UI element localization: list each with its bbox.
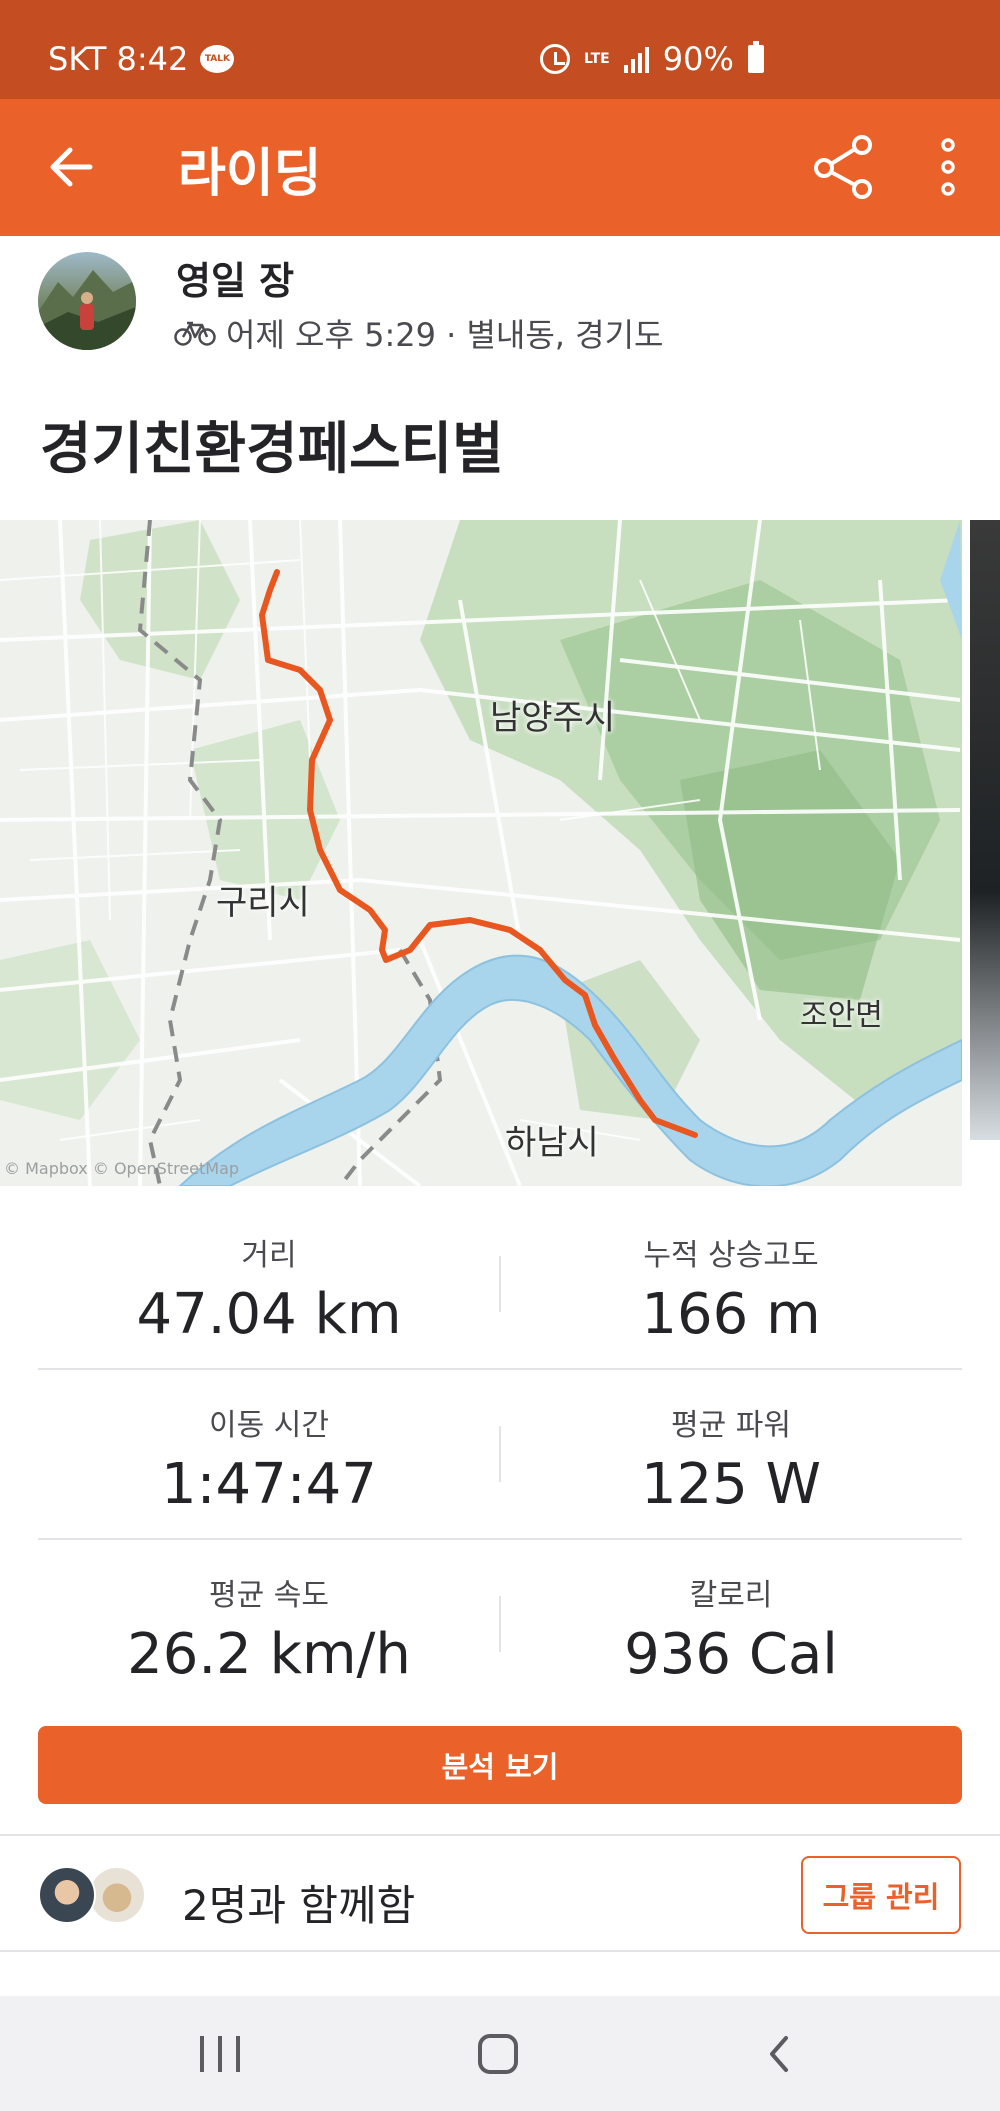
stat-value: 936 Cal xyxy=(624,1622,838,1687)
page-title: 라이딩 xyxy=(178,144,322,204)
stat-average-power: 평균 파워 125 W xyxy=(500,1400,962,1517)
map-label-guri: 구리시 xyxy=(216,883,310,923)
status-left: SKT 8:42 TALK xyxy=(48,40,235,78)
stat-label: 칼로리 xyxy=(689,1578,773,1613)
avatar[interactable] xyxy=(88,1866,146,1924)
stat-moving-time: 이동 시간 1:47:47 xyxy=(38,1400,500,1517)
stats-row: 이동 시간 1:47:47 평균 파워 125 W xyxy=(38,1370,962,1540)
athlete-header[interactable]: 영일 장 어제 오후 5:29 · 별내동, 경기도 xyxy=(0,236,1000,366)
map-attribution[interactable]: © Mapbox © OpenStreetMap xyxy=(4,1159,239,1178)
stats-row: 거리 47.04 km 누적 상승고도 166 m xyxy=(38,1200,962,1370)
group-participants-text[interactable]: 2명과 함께함 xyxy=(182,1872,415,1933)
back-icon[interactable] xyxy=(760,2032,800,2076)
more-vertical-icon[interactable] xyxy=(928,133,968,201)
alarm-icon xyxy=(540,44,570,74)
activity-meta: 어제 오후 5:29 · 별내동, 경기도 xyxy=(174,310,663,356)
back-arrow-icon[interactable] xyxy=(40,135,104,199)
route-map[interactable]: 남양주시 구리시 조안면 하남시 © Mapbox © OpenStreetMa… xyxy=(0,520,962,1186)
status-bar: SKT 8:42 TALK LTE 90% xyxy=(0,0,1000,99)
stats-row: 평균 속도 26.2 km/h 칼로리 936 Cal xyxy=(38,1540,962,1710)
stat-value: 47.04 km xyxy=(136,1282,402,1347)
activity-title: 경기친환경페스티벌 xyxy=(40,417,504,482)
stat-label: 평균 파워 xyxy=(671,1408,791,1443)
stat-value: 125 W xyxy=(640,1452,822,1517)
stat-label: 누적 상승고도 xyxy=(643,1238,819,1273)
map-canvas xyxy=(0,520,962,1186)
stat-distance: 거리 47.04 km xyxy=(38,1230,500,1347)
avatar[interactable] xyxy=(38,252,136,350)
stats-grid: 거리 47.04 km 누적 상승고도 166 m 이동 시간 1:47:47 … xyxy=(38,1200,962,1710)
lte-icon: LTE xyxy=(584,51,610,67)
activity-date-location: 어제 오후 5:29 · 별내동, 경기도 xyxy=(226,316,664,354)
manage-group-button[interactable]: 그룹 관리 xyxy=(801,1856,961,1934)
signal-icon xyxy=(623,45,649,73)
stat-value: 1:47:47 xyxy=(161,1452,377,1517)
stat-average-speed: 평균 속도 26.2 km/h xyxy=(38,1570,500,1687)
battery-icon xyxy=(747,41,764,73)
stat-label: 평균 속도 xyxy=(209,1578,329,1613)
athlete-name[interactable]: 영일 장 xyxy=(176,250,294,305)
map-label-hanam: 하남시 xyxy=(505,1123,599,1163)
stat-elevation-gain: 누적 상승고도 166 m xyxy=(500,1230,962,1347)
bicycle-icon xyxy=(174,321,216,346)
stat-calories: 칼로리 936 Cal xyxy=(500,1570,962,1687)
next-photo-preview[interactable] xyxy=(970,520,1000,1140)
stat-value: 26.2 km/h xyxy=(127,1622,411,1687)
system-nav-bar xyxy=(0,1996,1000,2111)
status-right: LTE 90% xyxy=(540,40,764,78)
home-icon[interactable] xyxy=(478,2034,518,2074)
avatar[interactable] xyxy=(38,1866,96,1924)
battery-percent: 90% xyxy=(662,40,734,78)
map-label-joan: 조안면 xyxy=(800,998,883,1033)
stat-label: 이동 시간 xyxy=(209,1408,329,1443)
app-bar: 라이딩 xyxy=(0,99,1000,236)
stat-value: 166 m xyxy=(641,1282,821,1347)
kakaotalk-icon: TALK xyxy=(200,45,235,73)
carrier-time: SKT 8:42 xyxy=(48,40,189,78)
share-icon[interactable] xyxy=(808,131,880,203)
group-activity-row[interactable]: 2명과 함께함 그룹 관리 xyxy=(0,1834,1000,1952)
map-label-namyangju: 남양주시 xyxy=(490,698,616,738)
stat-label: 거리 xyxy=(241,1238,297,1273)
view-analysis-button[interactable]: 분석 보기 xyxy=(38,1726,962,1804)
recent-apps-icon[interactable] xyxy=(200,2036,240,2072)
